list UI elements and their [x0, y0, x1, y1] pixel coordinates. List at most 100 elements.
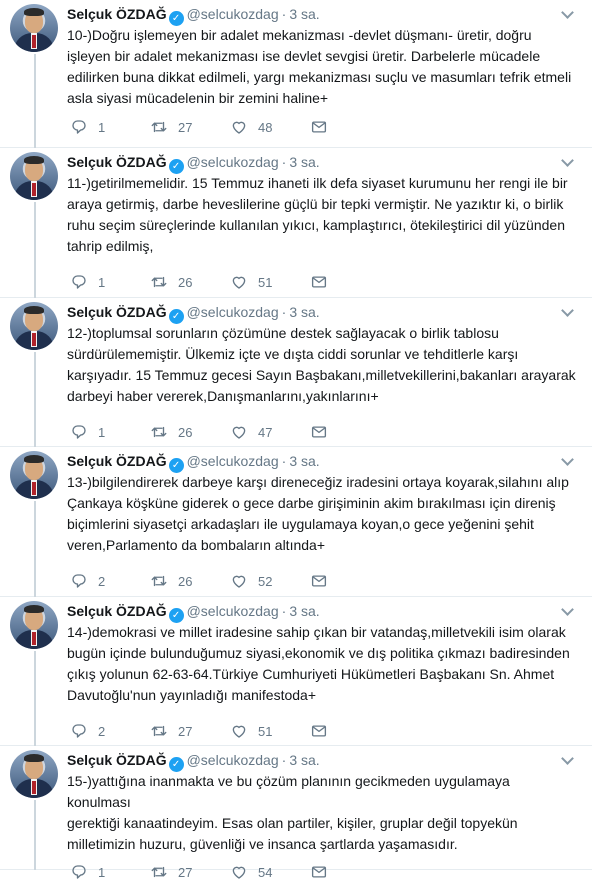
tweet[interactable]: Selçuk ÖZDAĞ ✓ @selcukozdag · 3 sa. 13-)bilg… [0, 447, 592, 597]
retweet-icon [151, 725, 167, 737]
timestamp[interactable]: 3 sa. [289, 6, 319, 22]
retweet-count: 26 [178, 424, 193, 440]
reply-icon [72, 120, 86, 134]
chevron-down-icon[interactable] [561, 154, 574, 167]
retweet-icon [151, 276, 167, 288]
thread-connector [34, 501, 36, 597]
tweet-header: Selçuk ÖZDAĞ ✓ @selcukozdag · 3 sa. [67, 602, 320, 623]
tweet[interactable]: Selçuk ÖZDAĞ ✓ @selcukozdag · 3 sa. 15-)yatt… [0, 746, 592, 880]
envelope-icon [311, 725, 327, 737]
reply-button[interactable]: 2 [70, 721, 105, 741]
tweet[interactable]: Selçuk ÖZDAĞ ✓ @selcukozdag · 3 sa. 12-)topl… [0, 298, 592, 447]
timestamp[interactable]: 3 sa. [289, 304, 319, 320]
reply-button[interactable]: 1 [70, 862, 105, 882]
retweet-icon [151, 121, 167, 133]
like-count: 47 [258, 424, 273, 440]
avatar[interactable] [10, 750, 58, 798]
retweet-button[interactable]: 26 [150, 422, 192, 442]
timestamp[interactable]: 3 sa. [289, 154, 319, 170]
direct-message-button[interactable] [310, 571, 338, 591]
tweet[interactable]: Selçuk ÖZDAĞ ✓ @selcukozdag · 3 sa. 14-)demo… [0, 597, 592, 746]
retweet-button[interactable]: 27 [150, 721, 192, 741]
user-handle[interactable]: @selcukozdag [187, 603, 279, 619]
like-button[interactable]: 51 [230, 272, 272, 292]
separator-dot: · [281, 304, 287, 320]
reply-button[interactable]: 1 [70, 272, 105, 292]
display-name[interactable]: Selçuk ÖZDAĞ [67, 6, 167, 22]
reply-icon [72, 275, 86, 289]
reply-button[interactable]: 1 [70, 117, 105, 137]
heart-icon [232, 866, 246, 879]
verified-badge-icon: ✓ [168, 757, 184, 772]
reply-button[interactable]: 2 [70, 571, 105, 591]
display-name[interactable]: Selçuk ÖZDAĞ [67, 603, 167, 619]
envelope-icon [311, 866, 327, 878]
retweet-button[interactable]: 26 [150, 571, 192, 591]
envelope-icon [311, 121, 327, 133]
like-count: 54 [258, 864, 273, 880]
tweet-actions: 1 26 51 [70, 272, 370, 292]
envelope-icon [311, 575, 327, 587]
user-handle[interactable]: @selcukozdag [187, 154, 279, 170]
retweet-count: 27 [178, 864, 193, 880]
thread-connector [34, 651, 36, 746]
retweet-button[interactable]: 27 [150, 862, 192, 882]
heart-icon [232, 725, 246, 738]
direct-message-button[interactable] [310, 862, 338, 882]
tweet-header: Selçuk ÖZDAĞ ✓ @selcukozdag · 3 sa. [67, 5, 320, 26]
verified-badge-icon: ✓ [168, 608, 184, 623]
direct-message-button[interactable] [310, 422, 338, 442]
reply-icon [72, 724, 86, 738]
timestamp[interactable]: 3 sa. [289, 752, 319, 768]
direct-message-button[interactable] [310, 117, 338, 137]
chevron-down-icon[interactable] [561, 752, 574, 765]
user-handle[interactable]: @selcukozdag [187, 6, 279, 22]
thread-connector [34, 352, 36, 447]
retweet-button[interactable]: 26 [150, 272, 192, 292]
like-button[interactable]: 52 [230, 571, 272, 591]
chevron-down-icon[interactable] [561, 603, 574, 616]
tweet-header: Selçuk ÖZDAĞ ✓ @selcukozdag · 3 sa. [67, 452, 320, 473]
like-button[interactable]: 48 [230, 117, 272, 137]
like-count: 52 [258, 573, 273, 589]
chevron-down-icon[interactable] [561, 304, 574, 317]
avatar[interactable] [10, 451, 58, 499]
avatar[interactable] [10, 302, 58, 350]
like-button[interactable]: 47 [230, 422, 272, 442]
like-button[interactable]: 51 [230, 721, 272, 741]
display-name[interactable]: Selçuk ÖZDAĞ [67, 304, 167, 320]
reply-button[interactable]: 1 [70, 422, 105, 442]
direct-message-button[interactable] [310, 721, 338, 741]
retweet-count: 26 [178, 274, 193, 290]
avatar[interactable] [10, 601, 58, 649]
retweet-count: 27 [178, 723, 193, 739]
chevron-down-icon[interactable] [561, 453, 574, 466]
reply-icon [72, 425, 86, 439]
separator-dot: · [281, 6, 287, 22]
display-name[interactable]: Selçuk ÖZDAĞ [67, 453, 167, 469]
tweet[interactable]: Selçuk ÖZDAĞ ✓ @selcukozdag · 3 sa. 10-)Doğr… [0, 0, 592, 148]
display-name[interactable]: Selçuk ÖZDAĞ [67, 154, 167, 170]
tweet[interactable]: Selçuk ÖZDAĞ ✓ @selcukozdag · 3 sa. 11-)geti… [0, 148, 592, 298]
reply-count: 2 [98, 723, 106, 739]
envelope-icon [311, 276, 327, 288]
direct-message-button[interactable] [310, 272, 338, 292]
separator-dot: · [281, 154, 287, 170]
like-count: 51 [258, 274, 273, 290]
user-handle[interactable]: @selcukozdag [187, 752, 279, 768]
reply-count: 1 [98, 424, 106, 440]
chevron-down-icon[interactable] [561, 6, 574, 19]
tweet-text: 12-)toplumsal sorunların çözümüne destek… [67, 325, 576, 404]
retweet-button[interactable]: 27 [150, 117, 192, 137]
user-handle[interactable]: @selcukozdag [187, 304, 279, 320]
display-name[interactable]: Selçuk ÖZDAĞ [67, 752, 167, 768]
like-button[interactable]: 54 [230, 862, 272, 882]
avatar[interactable] [10, 152, 58, 200]
timestamp[interactable]: 3 sa. [289, 453, 319, 469]
retweet-icon [151, 575, 167, 587]
avatar[interactable] [10, 4, 58, 52]
user-handle[interactable]: @selcukozdag [187, 453, 279, 469]
timestamp[interactable]: 3 sa. [289, 603, 319, 619]
thread-connector [34, 202, 36, 298]
tweet-header: Selçuk ÖZDAĞ ✓ @selcukozdag · 3 sa. [67, 303, 320, 324]
